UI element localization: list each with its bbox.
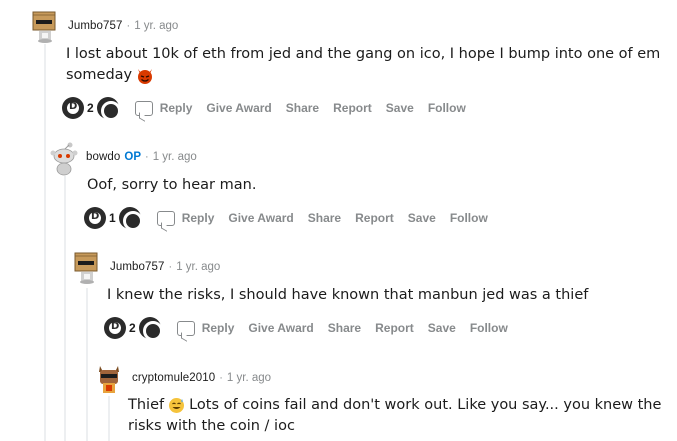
report-button[interactable]: Report [355, 211, 394, 225]
box-head-avatar-icon [74, 252, 98, 284]
thread-line[interactable] [64, 176, 66, 441]
avatar[interactable] [94, 363, 124, 393]
report-button[interactable]: Report [333, 101, 372, 115]
separator-dot: · [126, 20, 131, 32]
award-icon[interactable] [138, 317, 163, 341]
follow-button[interactable]: Follow [470, 321, 508, 335]
follow-button[interactable]: Follow [450, 211, 488, 225]
box-head-avatar-icon [32, 11, 56, 43]
comment-body-line: someday [66, 67, 133, 83]
share-button[interactable]: Share [286, 101, 319, 115]
comment-body-line-row: Thief Lots of coins fail and don't work … [128, 395, 661, 416]
comment-body: I knew the risks, I should have known th… [107, 285, 588, 306]
comment-body-line: I lost about 10k of eth from jed and the… [66, 46, 661, 62]
give-award-button[interactable]: Give Award [228, 211, 293, 225]
give-award-button[interactable]: Give Award [248, 321, 313, 335]
thread-line[interactable] [108, 396, 110, 441]
sweat-smile-emoji-icon [169, 398, 185, 413]
reply-button[interactable]: Reply [156, 210, 215, 226]
share-button[interactable]: Share [308, 211, 341, 225]
save-button[interactable]: Save [386, 101, 414, 115]
separator-dot: · [145, 151, 149, 163]
vote-score: 1 [109, 211, 116, 225]
comment-header: Jumbo757 · 1 yr. ago [72, 252, 220, 284]
comment-header: bowdo OP · 1 yr. ago [48, 142, 197, 176]
thread-line[interactable] [86, 288, 88, 441]
reply-button[interactable]: Reply [176, 320, 235, 336]
comment-body: Thief Lots of coins fail and don't work … [128, 395, 661, 437]
reply-label: Reply [159, 101, 193, 115]
timestamp[interactable]: 1 yr. ago [153, 151, 197, 163]
avatar[interactable] [72, 252, 102, 284]
reply-button[interactable]: Reply [134, 100, 193, 116]
award-icon[interactable] [104, 317, 126, 339]
username[interactable]: bowdo [86, 151, 120, 163]
comment-body-line: risks with the coin / ioc [128, 418, 295, 434]
thread-line[interactable] [44, 44, 46, 441]
comment-body-line: Thief [128, 397, 165, 413]
avatar[interactable] [48, 142, 78, 176]
follow-button[interactable]: Follow [428, 101, 466, 115]
comment-body: Oof, sorry to hear man. [87, 175, 256, 196]
reply-label: Reply [201, 321, 235, 335]
save-button[interactable]: Save [408, 211, 436, 225]
give-award-button[interactable]: Give Award [206, 101, 271, 115]
timestamp[interactable]: 1 yr. ago [134, 20, 178, 32]
devil-emoji-icon [138, 68, 153, 84]
comment-body-line: Oof, sorry to hear man. [87, 177, 257, 193]
award-icon[interactable] [118, 207, 143, 231]
avatar[interactable] [30, 11, 60, 43]
comment-actions: 1 Reply Give Award Share Report Save Fol… [84, 205, 488, 231]
op-badge: OP [124, 151, 142, 163]
vote-score: 2 [87, 101, 94, 115]
reply-icon [156, 210, 175, 226]
save-button[interactable]: Save [428, 321, 456, 335]
comment-header: Jumbo757 · 1 yr. ago [30, 11, 178, 43]
reply-label: Reply [181, 211, 215, 225]
award-icon[interactable] [96, 97, 121, 121]
vote-score: 2 [129, 321, 136, 335]
reply-icon [134, 100, 153, 116]
comment-body: I lost about 10k of eth from jed and the… [66, 44, 660, 86]
timestamp[interactable]: 1 yr. ago [176, 261, 220, 273]
username[interactable]: Jumbo757 [68, 20, 123, 32]
award-icon[interactable] [84, 207, 106, 229]
award-icon[interactable] [62, 97, 84, 119]
report-button[interactable]: Report [375, 321, 414, 335]
mule-avatar-icon [99, 366, 119, 393]
snoo-avatar-icon [50, 142, 78, 176]
reply-icon [176, 320, 195, 336]
separator-dot: · [219, 372, 223, 384]
comment-body-line: Lots of coins fail and don't work out. L… [189, 397, 662, 413]
comment-actions: 2 Reply Give Award Share Report Save Fol… [62, 95, 466, 121]
username[interactable]: cryptomule2010 [132, 372, 215, 384]
comment-header: cryptomule2010 · 1 yr. ago [94, 363, 271, 393]
comment-body-line: I knew the risks, I should have known th… [107, 287, 589, 303]
separator-dot: · [168, 261, 173, 273]
share-button[interactable]: Share [328, 321, 361, 335]
comment-body-line-row: someday [66, 65, 660, 86]
timestamp[interactable]: 1 yr. ago [227, 372, 271, 384]
username[interactable]: Jumbo757 [110, 261, 165, 273]
comment-actions: 2 Reply Give Award Share Report Save Fol… [104, 315, 508, 341]
